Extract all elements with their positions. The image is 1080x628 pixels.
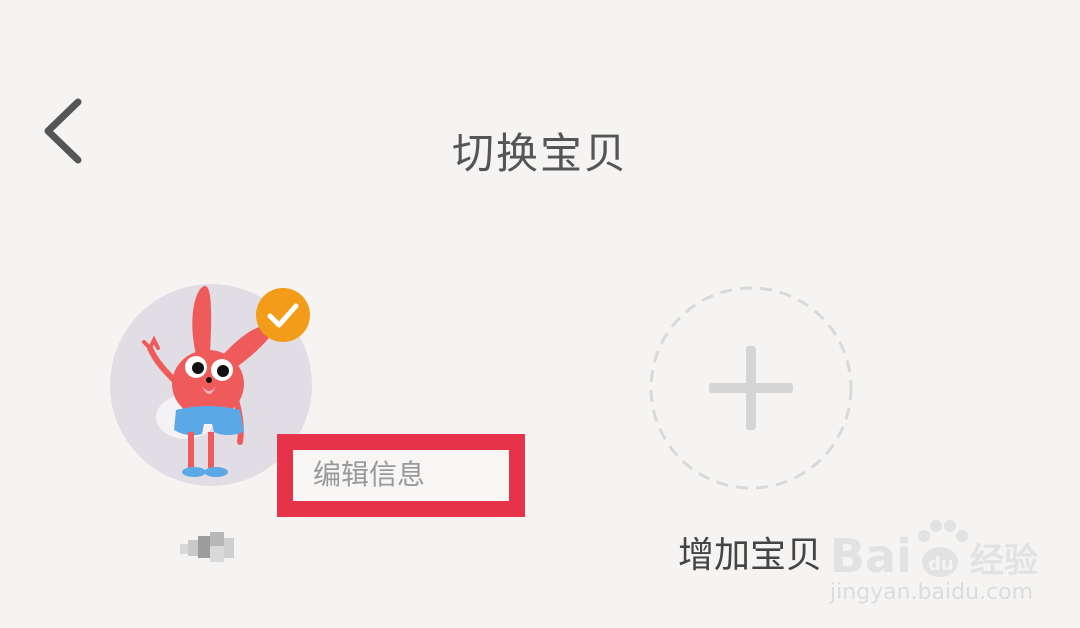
add-baby-button[interactable] [648,285,854,491]
svg-text:du: du [928,554,954,575]
plus-icon [709,346,793,430]
watermark-url: jingyan.baidu.com [830,580,1034,605]
baby-name-redacted [180,532,234,562]
edit-info-label: 编辑信息 [313,458,426,491]
svg-text:经验: 经验 [970,541,1038,581]
add-baby-label: 增加宝贝 [678,535,823,576]
page-title: 切换宝贝 [451,129,628,178]
svg-text:Bai: Bai [830,529,912,583]
edit-info-button[interactable]: 编辑信息 [277,434,525,517]
selected-check-icon [256,288,310,342]
